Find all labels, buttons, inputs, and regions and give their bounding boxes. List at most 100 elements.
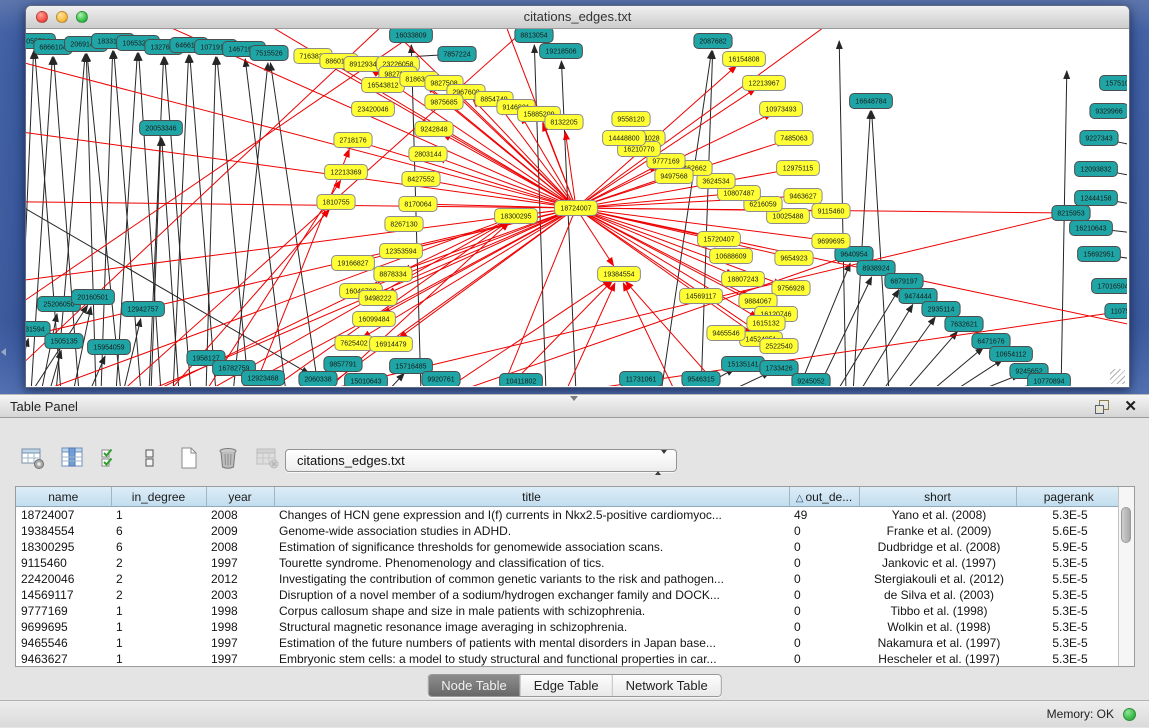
graph-node-yellow[interactable]: 7485063 bbox=[775, 131, 813, 146]
column-header-name[interactable]: name bbox=[16, 487, 111, 507]
graph-node-teal[interactable]: 9227343 bbox=[1080, 131, 1118, 146]
graph-node-teal[interactable]: 7857224 bbox=[438, 47, 476, 62]
graph-node-teal[interactable]: 6879197 bbox=[885, 274, 923, 289]
table-cell[interactable]: Estimation of significance thresholds fo… bbox=[274, 539, 789, 555]
table-cell[interactable]: 1998 bbox=[206, 603, 274, 619]
graph-node-yellow[interactable]: 16914479 bbox=[370, 337, 413, 352]
graph-node-yellow[interactable]: 18300295 bbox=[495, 209, 538, 224]
tab-edge-table[interactable]: Edge Table bbox=[520, 675, 612, 696]
table-row[interactable]: 946554611997Estimation of the future num… bbox=[16, 635, 1121, 651]
graph-node-yellow[interactable]: 18807243 bbox=[722, 272, 765, 287]
table-cell[interactable]: Hescheler et al. (1997) bbox=[859, 651, 1016, 667]
graph-node-yellow[interactable]: 2522540 bbox=[760, 339, 798, 354]
graph-node-teal[interactable]: 1505135 bbox=[45, 334, 83, 349]
graph-node-teal[interactable]: 10654112 bbox=[990, 347, 1033, 362]
graph-node-teal[interactable]: 12942757 bbox=[122, 302, 165, 317]
graph-node-yellow[interactable]: 23420046 bbox=[352, 102, 395, 117]
table-cell[interactable]: 0 bbox=[789, 635, 859, 651]
graph-node-yellow[interactable]: 14448800 bbox=[603, 131, 646, 146]
graph-node-yellow[interactable]: 9756928 bbox=[772, 281, 810, 296]
graph-node-yellow[interactable]: 15720407 bbox=[698, 232, 741, 247]
table-cell[interactable]: 5.3E-5 bbox=[1016, 651, 1121, 667]
delete-trash-icon[interactable] bbox=[215, 445, 241, 471]
select-all-checklist-icon[interactable] bbox=[98, 445, 124, 471]
graph-node-teal[interactable]: 15751074 bbox=[1100, 76, 1127, 91]
graph-node-yellow[interactable]: 8170064 bbox=[399, 197, 437, 212]
table-cell[interactable]: 1 bbox=[111, 619, 206, 635]
graph-node-yellow[interactable]: 8132205 bbox=[545, 115, 583, 130]
table-cell[interactable]: 0 bbox=[789, 571, 859, 587]
table-cell[interactable]: 0 bbox=[789, 651, 859, 667]
graph-node-yellow[interactable]: 8427552 bbox=[402, 172, 440, 187]
graph-node-teal[interactable]: 9920761 bbox=[422, 372, 460, 387]
table-cell[interactable]: 2 bbox=[111, 587, 206, 603]
table-cell[interactable]: Investigating the contribution of common… bbox=[274, 571, 789, 587]
graph-node-teal[interactable]: 15954059 bbox=[88, 340, 131, 355]
graph-node-teal[interactable]: 10411802 bbox=[500, 374, 543, 387]
graph-node-yellow[interactable]: 10973493 bbox=[760, 102, 803, 117]
table-cell[interactable]: 19384554 bbox=[16, 523, 111, 539]
table-row[interactable]: 969969511998Structural magnetic resonanc… bbox=[16, 619, 1121, 635]
table-row[interactable]: 1830029562008Estimation of significance … bbox=[16, 539, 1121, 555]
graph-node-yellow[interactable]: 9654923 bbox=[775, 251, 813, 266]
table-cell[interactable]: 0 bbox=[789, 619, 859, 635]
column-header-out-degree[interactable]: △out_de... bbox=[789, 487, 859, 507]
graph-node-teal[interactable]: 2060338 bbox=[299, 372, 337, 387]
table-cell[interactable]: 0 bbox=[789, 555, 859, 571]
network-canvas[interactable]: 1405572468661042069140618331857106532871… bbox=[26, 29, 1127, 386]
graph-node-teal[interactable]: 7632621 bbox=[945, 317, 983, 332]
table-cell[interactable]: 1997 bbox=[206, 555, 274, 571]
table-cell[interactable]: Changes of HCN gene expression and I(f) … bbox=[274, 507, 789, 524]
table-cell[interactable]: 5.3E-5 bbox=[1016, 587, 1121, 603]
node-table[interactable]: name in_degree year title △out_de... sho… bbox=[15, 486, 1135, 667]
graph-node-yellow[interactable]: 12975115 bbox=[777, 161, 820, 176]
table-vertical-scrollbar[interactable] bbox=[1118, 487, 1134, 666]
table-cell[interactable]: 1 bbox=[111, 651, 206, 667]
table-cell[interactable]: Nakamura et al. (1997) bbox=[859, 635, 1016, 651]
table-cell[interactable]: 9777169 bbox=[16, 603, 111, 619]
graph-node-yellow[interactable]: 9699695 bbox=[812, 234, 850, 249]
table-cell[interactable]: 1 bbox=[111, 603, 206, 619]
table-cell[interactable]: 6 bbox=[111, 539, 206, 555]
table-cell[interactable]: 1 bbox=[111, 507, 206, 524]
network-table-selector[interactable]: citations_edges.txt bbox=[285, 449, 677, 472]
table-cell[interactable]: Yano et al. (2008) bbox=[859, 507, 1016, 524]
close-panel-icon[interactable]: ✕ bbox=[1124, 397, 1137, 415]
table-cell[interactable]: Corpus callosum shape and size in male p… bbox=[274, 603, 789, 619]
memory-ok-indicator[interactable] bbox=[1123, 708, 1136, 721]
new-table-document-icon[interactable] bbox=[176, 445, 202, 471]
table-cell[interactable]: 5.3E-5 bbox=[1016, 619, 1121, 635]
graph-node-teal[interactable]: 17016504 bbox=[1092, 279, 1127, 294]
table-cell[interactable]: 2003 bbox=[206, 587, 274, 603]
table-cell[interactable]: Genome-wide association studies in ADHD. bbox=[274, 523, 789, 539]
table-cell[interactable]: 18724007 bbox=[16, 507, 111, 524]
splitter-handle-icon[interactable] bbox=[570, 396, 578, 401]
table-cell[interactable]: 9463627 bbox=[16, 651, 111, 667]
table-cell[interactable]: de Silva et al. (2003) bbox=[859, 587, 1016, 603]
graph-node-yellow[interactable]: 2718176 bbox=[334, 133, 372, 148]
table-cell[interactable]: 5.3E-5 bbox=[1016, 635, 1121, 651]
window-titlebar[interactable]: citations_edges.txt bbox=[26, 6, 1129, 29]
table-cell[interactable]: 5.6E-5 bbox=[1016, 523, 1121, 539]
table-cell[interactable]: 6 bbox=[111, 523, 206, 539]
table-cell[interactable]: Disruption of a novel member of a sodium… bbox=[274, 587, 789, 603]
graph-node-teal[interactable]: 15010643 bbox=[345, 374, 388, 387]
graph-node-teal[interactable]: 12923468 bbox=[242, 371, 285, 386]
table-cell[interactable]: 5.5E-5 bbox=[1016, 571, 1121, 587]
graph-node-yellow[interactable]: 16154808 bbox=[723, 52, 766, 67]
graph-node-teal[interactable]: 15135141 bbox=[722, 357, 765, 372]
table-cell[interactable]: 5.3E-5 bbox=[1016, 603, 1121, 619]
table-cell[interactable]: 0 bbox=[789, 603, 859, 619]
table-cell[interactable]: 14569117 bbox=[16, 587, 111, 603]
table-cell[interactable]: Embryonic stem cells: a model to study s… bbox=[274, 651, 789, 667]
graph-node-yellow[interactable]: 9465546 bbox=[707, 326, 745, 341]
graph-node-teal[interactable]: 11731061 bbox=[620, 372, 663, 387]
table-row[interactable]: 911546021997Tourette syndrome. Phenomeno… bbox=[16, 555, 1121, 571]
graph-node-teal[interactable]: 8813054 bbox=[515, 29, 553, 43]
table-cell[interactable]: 22420046 bbox=[16, 571, 111, 587]
graph-node-teal[interactable]: 12093832 bbox=[1075, 162, 1118, 177]
graph-node-teal[interactable]: 9329966 bbox=[1090, 104, 1127, 119]
table-cell[interactable]: 2008 bbox=[206, 539, 274, 555]
graph-node-teal[interactable]: 1107533 bbox=[1105, 304, 1127, 319]
table-header-row[interactable]: name in_degree year title △out_de... sho… bbox=[16, 487, 1121, 507]
